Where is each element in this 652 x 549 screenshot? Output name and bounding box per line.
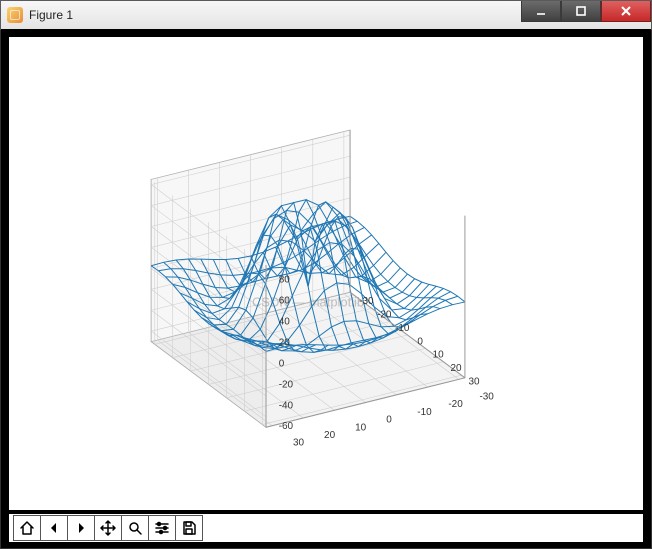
svg-text:0: 0 — [386, 415, 392, 426]
svg-text:20: 20 — [451, 363, 463, 374]
svg-text:60: 60 — [279, 296, 291, 307]
svg-text:20: 20 — [324, 430, 336, 441]
svg-text:40: 40 — [279, 317, 291, 328]
sliders-icon — [154, 520, 170, 536]
save-button[interactable] — [175, 515, 203, 541]
forward-button[interactable] — [67, 515, 95, 541]
svg-text:-10: -10 — [417, 407, 432, 418]
minimize-button[interactable] — [521, 1, 561, 22]
svg-text:30: 30 — [293, 438, 305, 449]
svg-text:CSDN — matplotlib: CSDN — matplotlib — [252, 294, 364, 309]
move-icon — [100, 520, 116, 536]
app-window: Figure 1 CSDN — matplotlib-30-20-1001020… — [0, 0, 652, 549]
maximize-button[interactable] — [561, 1, 601, 22]
window-title: Figure 1 — [29, 8, 521, 22]
zoom-icon — [127, 520, 143, 536]
close-button[interactable] — [601, 1, 651, 22]
svg-text:30: 30 — [468, 376, 480, 387]
zoom-button[interactable] — [121, 515, 149, 541]
plot-3d: CSDN — matplotlib-30-20-100102030-30-20-… — [9, 37, 643, 510]
svg-text:0: 0 — [417, 336, 423, 347]
svg-text:80: 80 — [279, 275, 291, 286]
svg-text:0: 0 — [279, 358, 285, 369]
svg-text:-10: -10 — [395, 323, 410, 334]
home-icon — [19, 520, 35, 536]
svg-text:10: 10 — [355, 422, 367, 433]
figure-canvas[interactable]: CSDN — matplotlib-30-20-100102030-30-20-… — [9, 37, 643, 510]
save-icon — [181, 520, 197, 536]
pan-button[interactable] — [94, 515, 122, 541]
titlebar[interactable]: Figure 1 — [0, 0, 652, 30]
svg-text:20: 20 — [279, 337, 291, 348]
arrow-left-icon — [46, 520, 62, 536]
svg-text:-20: -20 — [377, 310, 392, 321]
home-button[interactable] — [13, 515, 41, 541]
svg-text:-60: -60 — [279, 421, 294, 432]
client-area: CSDN — matplotlib-30-20-100102030-30-20-… — [1, 29, 651, 548]
svg-text:-20: -20 — [279, 379, 294, 390]
back-button[interactable] — [40, 515, 68, 541]
window-controls — [521, 1, 651, 29]
svg-text:-40: -40 — [279, 400, 294, 411]
svg-text:-30: -30 — [359, 296, 374, 307]
svg-text:-30: -30 — [479, 391, 494, 402]
arrow-right-icon — [73, 520, 89, 536]
app-icon — [7, 7, 23, 23]
svg-text:10: 10 — [433, 350, 445, 361]
svg-text:-20: -20 — [448, 399, 463, 410]
nav-toolbar — [9, 514, 643, 542]
subplots-button[interactable] — [148, 515, 176, 541]
